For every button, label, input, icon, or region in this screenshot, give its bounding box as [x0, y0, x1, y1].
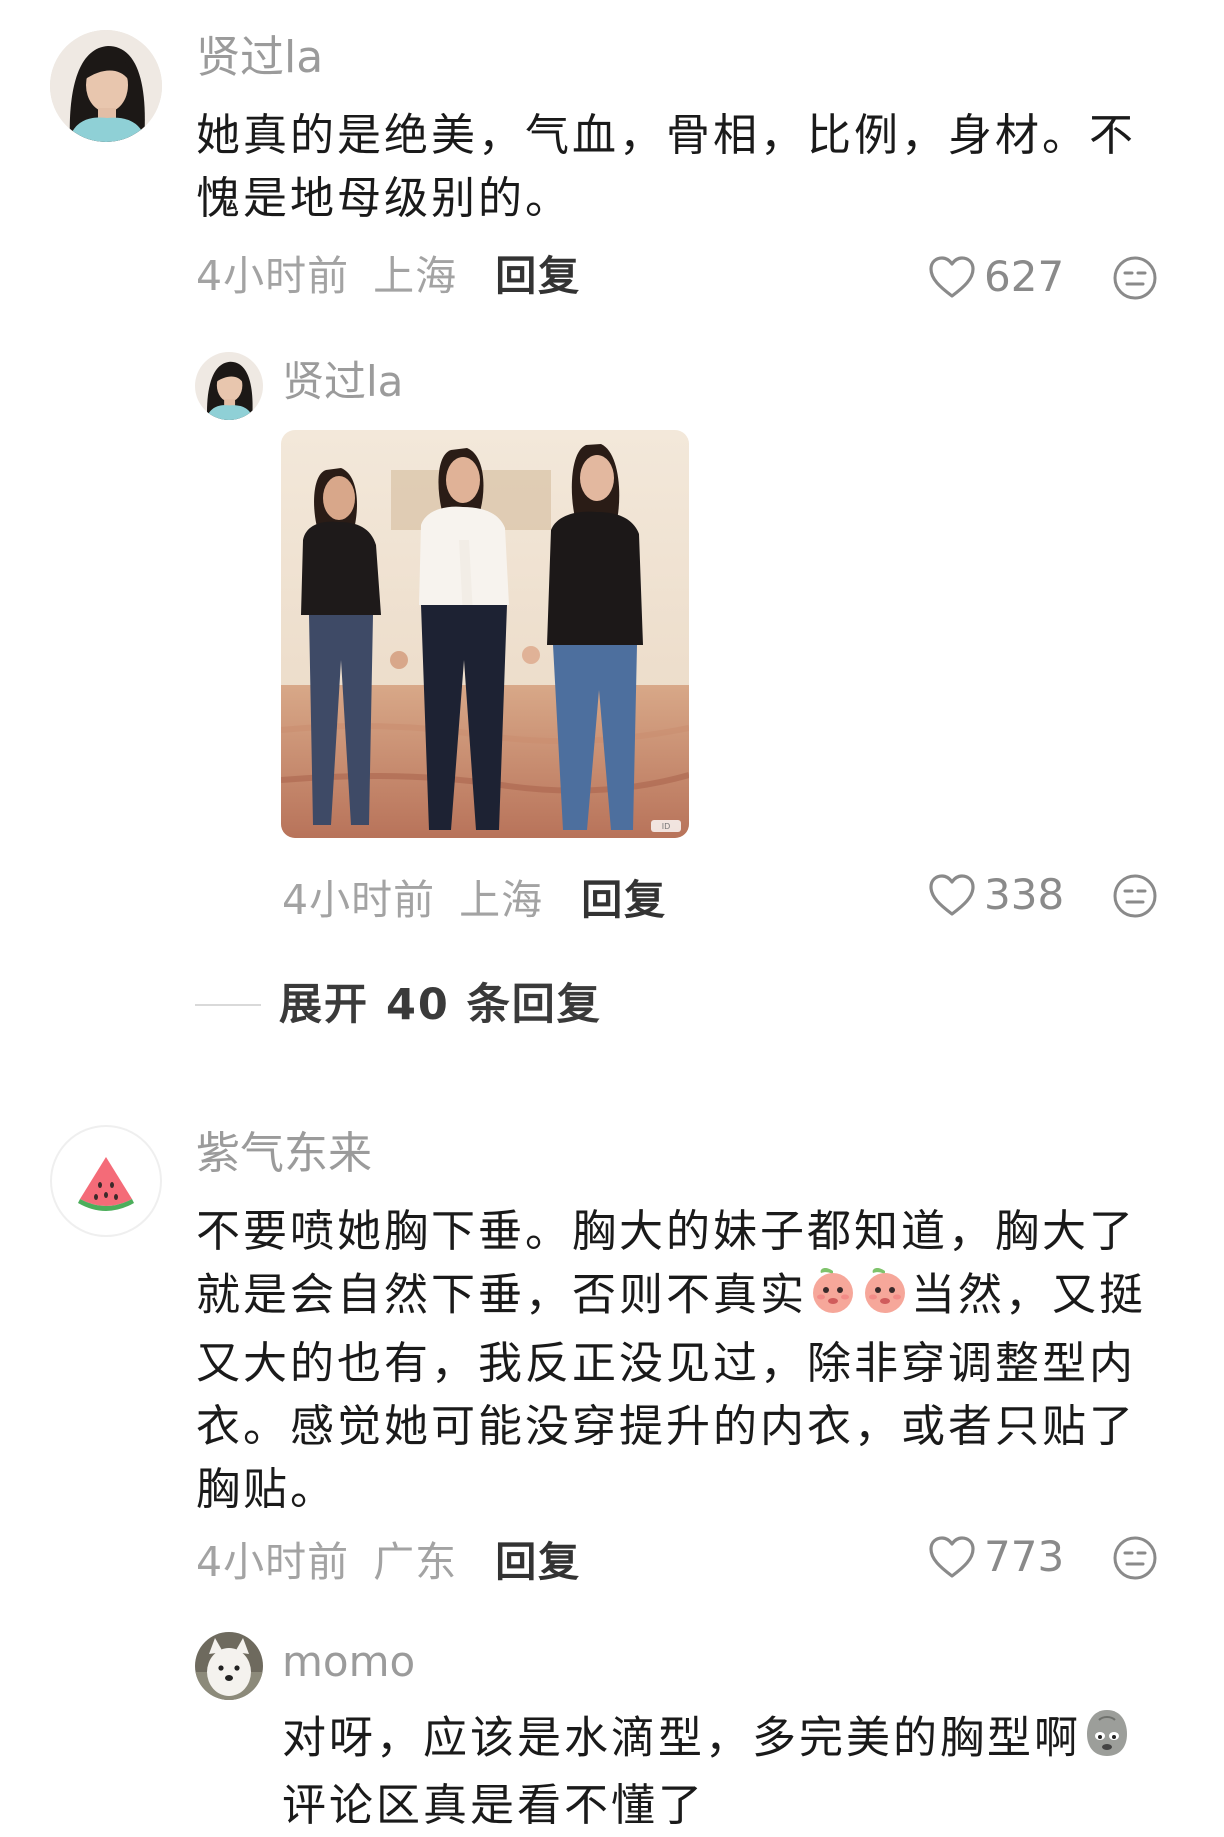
comment-location: 广东 [373, 1538, 458, 1586]
comment-text-line: 她真的是绝美，气血，骨相，比例，身材。不 [196, 110, 1136, 161]
reply-image[interactable]: ID [281, 430, 689, 838]
comment-text-fragment: 对呀，应该是水滴型，多完美的胸型啊 [282, 1712, 1081, 1764]
comment-text-line: 评论区真是看不懂了 [282, 1780, 705, 1831]
like-button[interactable]: 338 [928, 871, 1064, 919]
comment-text-fragment: 就是会自然下垂，否则不真实 [196, 1269, 807, 1321]
comment-text-line: 胸贴。 [196, 1464, 337, 1515]
reply-button[interactable]: 回复 [495, 252, 581, 300]
dislike-button[interactable] [1112, 255, 1158, 305]
comment-meta: 4小时前 广东 回复 [196, 1538, 581, 1586]
heart-icon [929, 1536, 975, 1578]
comment-text-line: 衣。感觉她可能没穿提升的内衣，或者只贴了 [196, 1401, 1136, 1452]
watermelon-avatar [78, 1157, 134, 1211]
comment-text-line: 又大的也有，我反正没见过，除非穿调整型内 [196, 1338, 1136, 1389]
reply-button[interactable]: 回复 [581, 876, 667, 924]
peach-face-emoji [859, 1263, 911, 1332]
like-button[interactable]: 773 [928, 1533, 1064, 1581]
woman-portrait-avatar [50, 30, 162, 142]
divider [195, 1004, 261, 1006]
comment-text-line: 对呀，应该是水滴型，多完美的胸型啊 [282, 1706, 1182, 1775]
comment-text-fragment: 当然，又挺 [911, 1269, 1146, 1321]
comment-meta: 4小时前 上海 回复 [196, 252, 581, 300]
comment-location: 上海 [459, 876, 544, 924]
comment-text: 不要喷她胸下垂。胸大的妹子都知道，胸大了 就是会自然下垂，否则不真实 当然，又挺… [196, 1200, 1206, 1521]
comment-time: 4小时前 [196, 252, 350, 300]
like-count: 773 [984, 1532, 1065, 1581]
heart-icon [929, 256, 975, 298]
comment-location: 上海 [373, 252, 458, 300]
comment-text-line: 不要喷她胸下垂。胸大的妹子都知道，胸大了 [196, 1206, 1136, 1257]
reply-username[interactable]: 贤过la [282, 356, 403, 408]
comment-text-line: 愧是地母级别的。 [196, 173, 572, 224]
like-button[interactable]: 627 [928, 253, 1064, 301]
grey-blob-face-emoji [1081, 1706, 1133, 1775]
expand-replies-button[interactable]: 展开 40 条回复 [195, 980, 602, 1030]
reply-username[interactable]: momo [282, 1636, 415, 1688]
avatar[interactable] [50, 30, 162, 142]
comment-username[interactable]: 紫气东来 [196, 1128, 372, 1180]
avatar[interactable] [195, 352, 263, 420]
peach-face-emoji [807, 1263, 859, 1332]
neutral-face-icon [1113, 1536, 1157, 1580]
image-watermark: ID [662, 822, 671, 831]
avatar[interactable] [50, 1125, 162, 1237]
neutral-face-icon [1113, 256, 1157, 300]
reply-text: 对呀，应该是水滴型，多完美的胸型啊 评论区真是看不懂了 [282, 1706, 1182, 1837]
comment-meta: 4小时前 上海 回复 [282, 876, 667, 924]
expand-replies-label: 展开 40 条回复 [279, 980, 602, 1030]
dislike-button[interactable] [1112, 1535, 1158, 1585]
avatar[interactable] [195, 1632, 263, 1700]
comment-username[interactable]: 贤过la [196, 32, 323, 84]
heart-icon [929, 874, 975, 916]
white-dog-avatar [195, 1632, 263, 1700]
neutral-face-icon [1113, 874, 1157, 918]
comment-text-line: 就是会自然下垂，否则不真实 当然，又挺 [196, 1263, 1206, 1332]
comment-time: 4小时前 [196, 1538, 350, 1586]
comment-text: 她真的是绝美，气血，骨相，比例，身材。不 愧是地母级别的。 [196, 104, 1196, 230]
reply-button[interactable]: 回复 [495, 1538, 581, 1586]
comment-time: 4小时前 [282, 876, 436, 924]
like-count: 627 [984, 252, 1065, 301]
woman-portrait-avatar [195, 352, 263, 420]
like-count: 338 [984, 870, 1065, 919]
photo-three-women-holding-hands: ID [281, 430, 689, 838]
dislike-button[interactable] [1112, 873, 1158, 923]
